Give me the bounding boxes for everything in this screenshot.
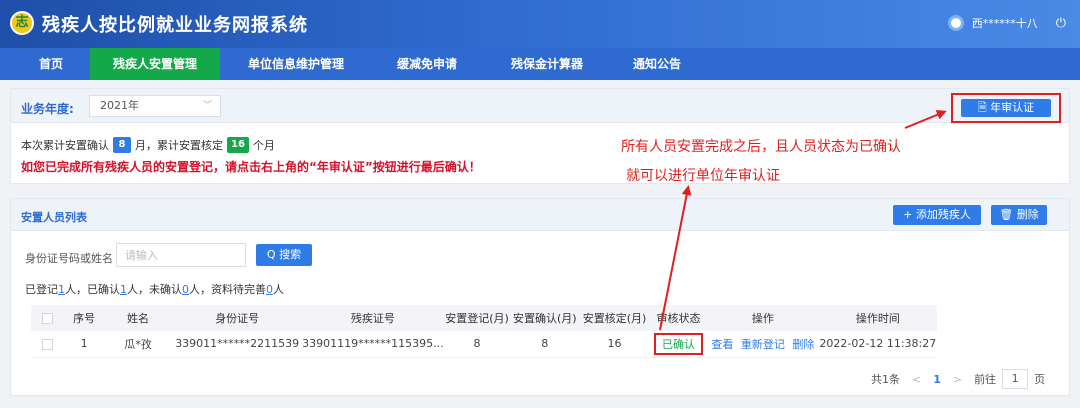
- stats-text: 人，资料待完善: [189, 283, 266, 296]
- main-nav: 首页 残疾人安置管理 单位信息维护管理 缓减免申请 残保金计算器 通知公告: [0, 48, 1080, 80]
- row-disability-card: 33901119******115395...: [302, 331, 444, 358]
- logo-icon: 志: [10, 11, 34, 35]
- list-bar: 安置人员列表 + 添加残疾人 🗑 删除: [11, 199, 1069, 231]
- registered-count-link[interactable]: 1: [58, 283, 65, 296]
- pending-count-link[interactable]: 0: [266, 283, 273, 296]
- power-icon[interactable]: ⏻: [1056, 16, 1066, 31]
- nav-placement-management[interactable]: 残疾人安置管理: [90, 48, 220, 80]
- stats-text: 人: [273, 283, 284, 296]
- row-number: 1: [64, 331, 104, 358]
- annual-certification-button[interactable]: 🗎 年审认证: [961, 99, 1051, 117]
- goto-page-input[interactable]: 1: [1002, 369, 1029, 389]
- approved-months-badge: 16: [227, 137, 249, 153]
- nav-home[interactable]: 首页: [12, 48, 90, 80]
- list-title: 安置人员列表: [21, 211, 87, 224]
- annual-highlight-box: 🗎 年审认证: [951, 93, 1061, 123]
- unconfirmed-count-link[interactable]: 0: [182, 283, 189, 296]
- prev-page-icon[interactable]: <: [912, 373, 921, 386]
- row-actions: 查看 重新登记 删除: [707, 331, 819, 358]
- row-confirmed-months: 8: [510, 331, 580, 358]
- goto-label: 前往: [974, 373, 997, 386]
- current-page[interactable]: 1: [933, 373, 941, 386]
- chevron-down-icon: ﹀: [202, 101, 212, 111]
- search-label: 身份证号码或姓名: [25, 252, 113, 265]
- column-header: 操作: [707, 305, 819, 331]
- row-status-cell: 已确认: [649, 331, 708, 358]
- summary-prefix: 本次累计安置确认: [21, 139, 109, 152]
- annotation-line-2: 就可以进行单位年审认证: [626, 168, 780, 184]
- column-header: 安置核定(月): [579, 305, 650, 331]
- registration-stats: 已登记1人，已确认1人，未确认0人，资料待完善0人: [25, 281, 284, 297]
- user-area[interactable]: 西******十八 ⏻: [947, 15, 1066, 31]
- column-header: 残疾证号: [302, 305, 444, 331]
- goto-page: 前往 1 页: [974, 369, 1045, 389]
- delete-link[interactable]: 删除: [792, 338, 814, 351]
- personnel-table: 序号 姓名 身份证号 残疾证号 安置登记(月) 安置确认(月) 安置核定(月) …: [31, 305, 937, 358]
- row-select-cell[interactable]: [31, 331, 65, 358]
- year-panel: 业务年度: 2021年 ﹀ 🗎 年审认证 本次累计安置确认 8 月，累计安置核定…: [10, 88, 1070, 184]
- column-header: 身份证号: [172, 305, 303, 331]
- year-value: 2021年: [100, 99, 139, 112]
- column-header: 姓名: [103, 305, 173, 331]
- annotation-line-1: 所有人员安置完成之后，且人员状态为已确认: [621, 139, 901, 155]
- year-label: 业务年度:: [21, 102, 74, 116]
- year-bar: 业务年度: 2021年 ﹀ 🗎 年审认证: [11, 89, 1069, 123]
- table-row: 1 瓜*孜 339011******2211539 33901119******…: [31, 331, 937, 358]
- stats-text: 已登记: [25, 283, 58, 296]
- confirm-months-badge: 8: [113, 137, 131, 153]
- summary-suffix: 个月: [252, 139, 275, 152]
- nav-unit-info[interactable]: 单位信息维护管理: [220, 48, 372, 80]
- column-header: 审核状态: [649, 305, 708, 331]
- row-approved-months: 16: [579, 331, 650, 358]
- pagination: 共1条 < 1 > 前往 1 页: [871, 369, 1045, 389]
- next-page-icon[interactable]: >: [953, 373, 962, 386]
- search-button[interactable]: Q 搜索: [256, 244, 312, 266]
- placement-summary: 本次累计安置确认 8 月，累计安置核定 16 个月: [21, 137, 275, 153]
- goto-unit: 页: [1034, 373, 1046, 386]
- year-select[interactable]: 2021年 ﹀: [89, 95, 221, 117]
- column-header: 安置登记(月): [443, 305, 511, 331]
- user-name[interactable]: 西******十八: [972, 15, 1038, 31]
- summary-mid: 月，累计安置核定: [135, 139, 223, 152]
- row-id-number: 339011******2211539: [172, 331, 303, 358]
- status-badge: 已确认: [654, 332, 703, 355]
- re-register-link[interactable]: 重新登记: [741, 338, 785, 351]
- column-header: 序号: [64, 305, 104, 331]
- app-header: 志 残疾人按比例就业业务网报系统 西******十八 ⏻: [0, 0, 1080, 48]
- stats-text: 人，未确认: [127, 283, 182, 296]
- nav-announcements[interactable]: 通知公告: [612, 48, 702, 80]
- table-header-row: 序号 姓名 身份证号 残疾证号 安置登记(月) 安置确认(月) 安置核定(月) …: [31, 305, 937, 331]
- user-avatar-icon[interactable]: [947, 15, 964, 31]
- add-disabled-person-button[interactable]: + 添加残疾人: [893, 205, 981, 225]
- row-registered-months: 8: [443, 331, 511, 358]
- total-count: 共1条: [871, 373, 900, 386]
- confirmed-count-link[interactable]: 1: [120, 283, 127, 296]
- column-header: 操作时间: [818, 305, 937, 331]
- row-time: 2022-02-12 11:38:27: [818, 331, 937, 358]
- row-name: 瓜*孜: [103, 331, 173, 358]
- system-title: 残疾人按比例就业业务网报系统: [42, 15, 308, 36]
- row-checkbox[interactable]: [42, 338, 54, 350]
- stats-text: 人，已确认: [65, 283, 120, 296]
- personnel-list-panel: 安置人员列表 + 添加残疾人 🗑 删除 身份证号码或姓名 Q 搜索 已登记1人，…: [10, 198, 1070, 396]
- select-all-checkbox[interactable]: [42, 313, 54, 324]
- nav-deferral-application[interactable]: 缓减免申请: [372, 48, 482, 80]
- nav-calculator[interactable]: 残保金计算器: [482, 48, 612, 80]
- search-input[interactable]: [116, 243, 246, 267]
- select-all-header[interactable]: [31, 305, 65, 331]
- warning-text: 如您已完成所有残疾人员的安置登记，请点击右上角的“年审认证”按钮进行最后确认！: [21, 160, 481, 174]
- delete-button[interactable]: 🗑 删除: [991, 205, 1047, 225]
- view-link[interactable]: 查看: [711, 338, 733, 351]
- column-header: 安置确认(月): [510, 305, 580, 331]
